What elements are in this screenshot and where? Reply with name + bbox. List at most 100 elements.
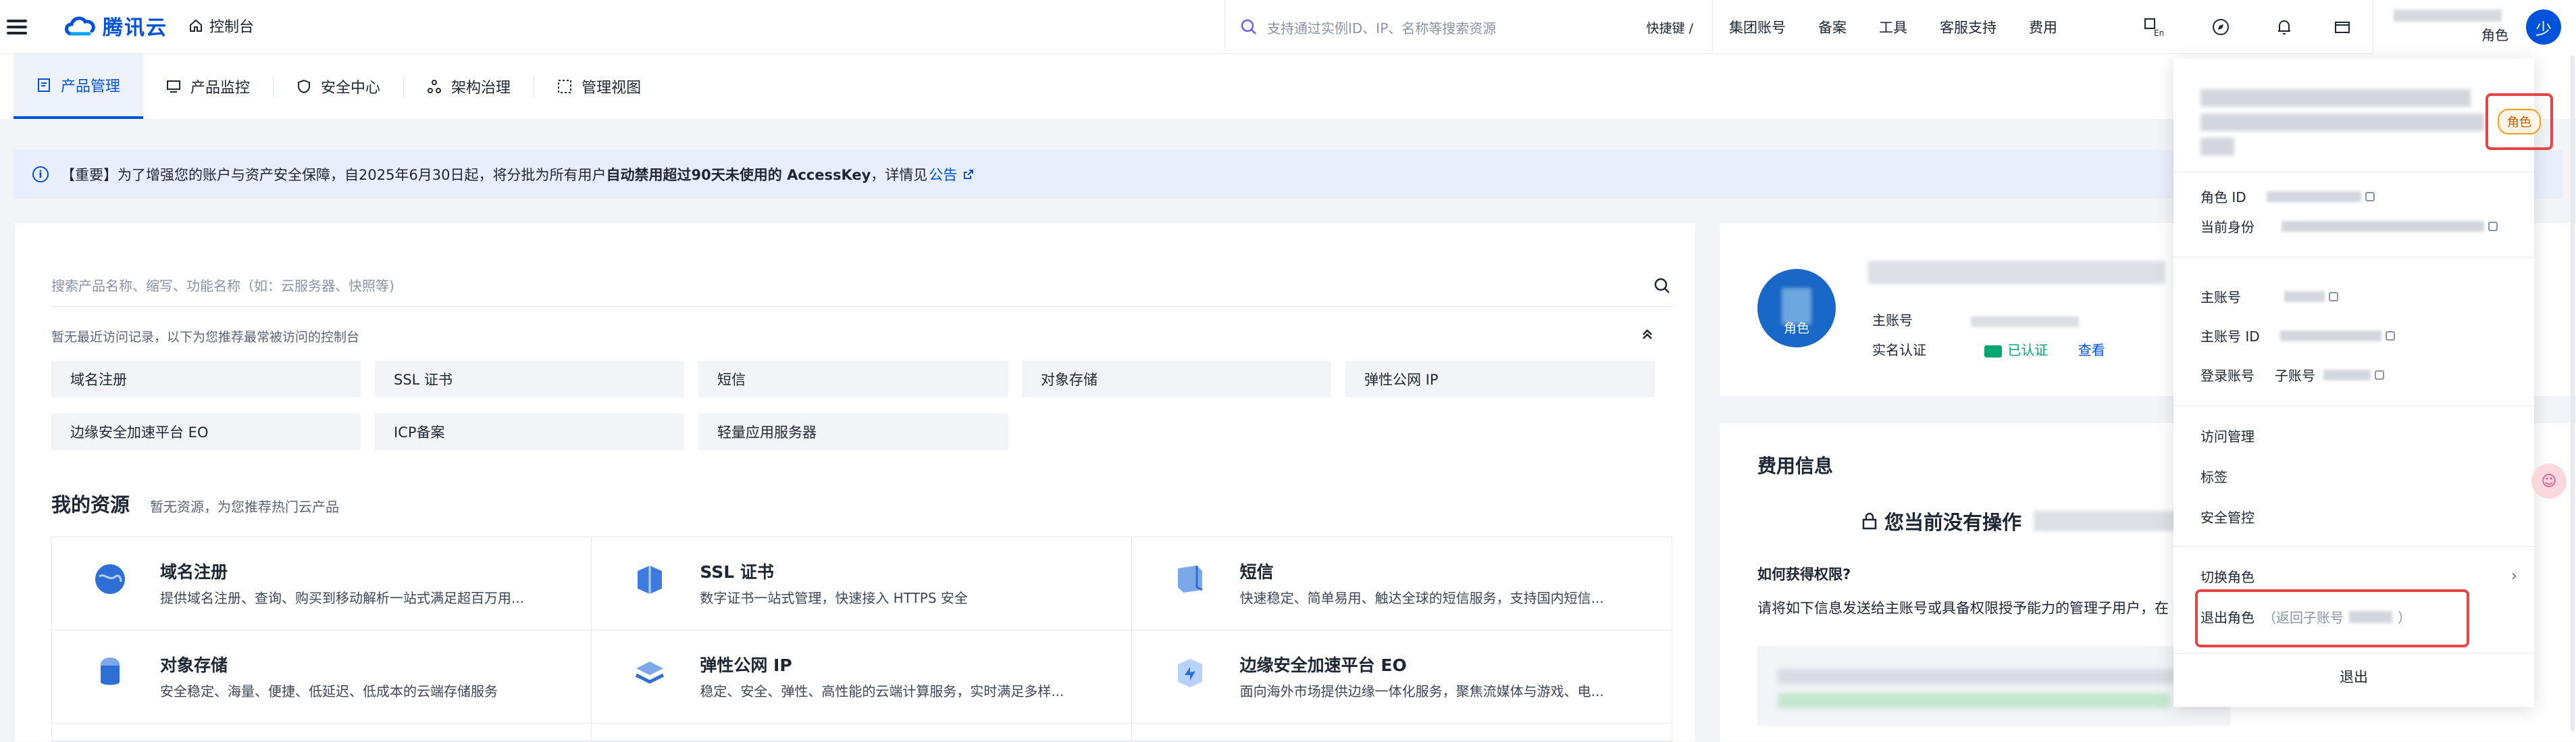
redacted [2323, 369, 2371, 380]
product-tile[interactable]: SSL 证书 数字证书一站式管理，快速接入 HTTPS 安全 [592, 537, 1132, 630]
current-identity-row: 当前身份 [2200, 216, 2498, 236]
chevron-right-icon[interactable]: › [2511, 568, 2517, 585]
product-name: 域名注册 [160, 562, 228, 582]
external-link-icon[interactable] [962, 168, 975, 180]
logout-button[interactable]: 退出 [2173, 666, 2534, 687]
topology-icon [427, 79, 442, 94]
redacted [2282, 220, 2484, 232]
product-tile[interactable]: 对象存储 安全稳定、海量、便捷、低延迟、低成本的云端存储服务 [52, 630, 592, 724]
login-account-label: 登录账号 [2200, 368, 2255, 384]
quick-link[interactable]: 弹性公网 IP [1345, 361, 1655, 397]
copy-icon[interactable] [2488, 221, 2498, 231]
tab-architecture[interactable]: 架构治理 [404, 54, 534, 119]
shortcut-hint: 快捷键 / [1646, 20, 1693, 36]
monitor-icon [166, 79, 181, 94]
quick-link[interactable]: 域名注册 [51, 361, 361, 397]
svg-text:En: En [2154, 28, 2163, 37]
search-placeholder: 支持通过实例ID、IP、名称等搜索资源 [1267, 20, 1497, 36]
global-search[interactable]: 支持通过实例ID、IP、名称等搜索资源 快捷键 / [1225, 0, 1711, 54]
quick-link[interactable]: ICP备案 [375, 414, 684, 450]
menu-security-control[interactable]: 安全管控 [2200, 507, 2255, 526]
main-account-id-row: 主账号 ID [2200, 326, 2395, 345]
console-link[interactable]: 控制台 [188, 15, 254, 36]
copy-icon[interactable] [2375, 370, 2384, 380]
nav-support[interactable]: 客服支持 [1924, 17, 2013, 37]
resources-title: 我的资源 [51, 493, 130, 516]
product-search-placeholder: 搜索产品名称、缩写、功能名称（如：云服务器、快照等) [51, 278, 394, 294]
view-link[interactable]: 查看 [2078, 342, 2105, 358]
account-menu-trigger[interactable]: 角色 少 [2373, 0, 2576, 54]
id-card-icon [1984, 345, 2003, 357]
product-name: SSL 证书 [700, 562, 774, 582]
copy-icon[interactable] [2329, 291, 2338, 301]
menu-switch-role[interactable]: 切换角色 [2200, 566, 2255, 586]
menu-exit-role[interactable]: 退出角色 （返回子账号 ） [2200, 607, 2411, 626]
language-icon[interactable]: En [2140, 14, 2167, 41]
divider [2173, 546, 2534, 547]
divider [2173, 405, 2534, 406]
role-id-row: 角色 ID [2200, 187, 2375, 206]
quick-link[interactable]: 对象存储 [1022, 361, 1331, 397]
permission-desc: 请将如下信息发送给主账号或具备权限授予能力的管理子用户，在 [1757, 600, 2169, 616]
accessibility-icon[interactable]: ☺ [2531, 464, 2567, 499]
grid-view-icon [557, 79, 572, 94]
nav-group-account[interactable]: 集团账号 [1713, 17, 1802, 37]
menu-access-management[interactable]: 访问管理 [2200, 426, 2255, 445]
nav-filing[interactable]: 备案 [1802, 17, 1863, 37]
tab-product-monitoring[interactable]: 产品监控 [143, 54, 273, 119]
product-desc: 快速稳定、简单易用、触达全球的短信服务，支持国内短信... [1239, 590, 1604, 606]
account-name-redacted [2394, 9, 2502, 22]
product-tile[interactable]: 域名注册 提供域名注册、查询、购买到移动解析一站式满足超百万用... [52, 537, 592, 630]
document-icon [36, 78, 51, 93]
tab-label: 产品管理 [61, 78, 121, 95]
notice-link[interactable]: 公告 [929, 164, 957, 184]
wallet-icon[interactable] [2329, 14, 2356, 41]
product-desc: 面向海外市场提供边缘一体化服务，聚焦流媒体与游戏、电... [1239, 683, 1604, 699]
no-op-text: 您当前没有操作 [1884, 511, 2022, 534]
nav-tools[interactable]: 工具 [1863, 17, 1924, 37]
redacted [2284, 291, 2325, 302]
storage-bucket-icon [101, 658, 120, 685]
avatar[interactable]: 少 [2526, 9, 2561, 45]
logo-text: 腾讯云 [103, 16, 168, 40]
realname-row: 实名认证 已认证 查看 [1872, 339, 2105, 359]
quick-link[interactable]: SSL 证书 [375, 361, 684, 397]
product-tile[interactable]: 边缘安全加速平台 EO 面向海外市场提供边缘一体化服务，聚焦流媒体与游戏、电..… [1131, 630, 1672, 724]
quick-link[interactable]: 短信 [698, 361, 1008, 397]
tab-security-center[interactable]: 安全中心 [274, 54, 403, 119]
resources-subtitle: 暂无资源，为您推荐热门云产品 [150, 499, 340, 515]
chevron-up-icon[interactable] [1640, 327, 1655, 342]
product-tile-cut [592, 724, 1132, 742]
info-icon: i [32, 166, 49, 182]
layers-icon [636, 662, 665, 684]
quick-links: 域名注册 SSL 证书 短信 对象存储 弹性公网 IP 边缘安全加速平台 EO … [51, 361, 1672, 450]
product-search-input[interactable]: 搜索产品名称、缩写、功能名称（如：云服务器、快照等) [51, 264, 1672, 307]
redacted [2279, 330, 2381, 341]
login-account-row: 登录账号 子账号 [2200, 365, 2384, 385]
compass-icon[interactable] [2207, 14, 2234, 41]
verified-text: 已认证 [2007, 342, 2049, 358]
tab-management-view[interactable]: 管理视图 [534, 54, 664, 119]
product-tile[interactable]: 短信 快速稳定、简单易用、触达全球的短信服务，支持国内短信... [1131, 537, 1672, 630]
menu-icon[interactable] [7, 16, 27, 36]
notice-bold: 自动禁用超过90天未使用的 AccessKey [606, 167, 871, 183]
account-dropdown: 角色 角色 ID 当前身份 主账号 主账号 ID 登录账号 子账号 访问管理 标… [2173, 58, 2553, 707]
quick-link[interactable]: 轻量应用服务器 [698, 414, 1008, 450]
search-icon[interactable] [1653, 277, 1671, 295]
nav-billing[interactable]: 费用 [2013, 17, 2073, 37]
tab-product-management[interactable]: 产品管理 [14, 54, 144, 119]
product-desc: 提供域名注册、查询、购买到移动解析一站式满足超百万用... [160, 590, 525, 606]
certificate-icon [638, 566, 663, 594]
menu-tags[interactable]: 标签 [2200, 466, 2227, 486]
copy-icon[interactable] [2385, 330, 2395, 341]
quick-link[interactable]: 边缘安全加速平台 EO [51, 414, 361, 450]
scrollbar[interactable] [2571, 55, 2575, 731]
exit-role-label: 退出角色 [2200, 610, 2255, 626]
product-tile[interactable]: 弹性公网 IP 稳定、安全、弹性、高性能的云端计算服务，实时满足多样... [592, 630, 1132, 724]
message-icon [1177, 566, 1203, 593]
copy-icon[interactable] [2365, 191, 2375, 201]
lock-icon [1862, 512, 1877, 530]
bell-icon[interactable] [2271, 14, 2298, 41]
tab-label: 架构治理 [451, 80, 511, 97]
logo[interactable]: 腾讯云 [62, 11, 168, 41]
